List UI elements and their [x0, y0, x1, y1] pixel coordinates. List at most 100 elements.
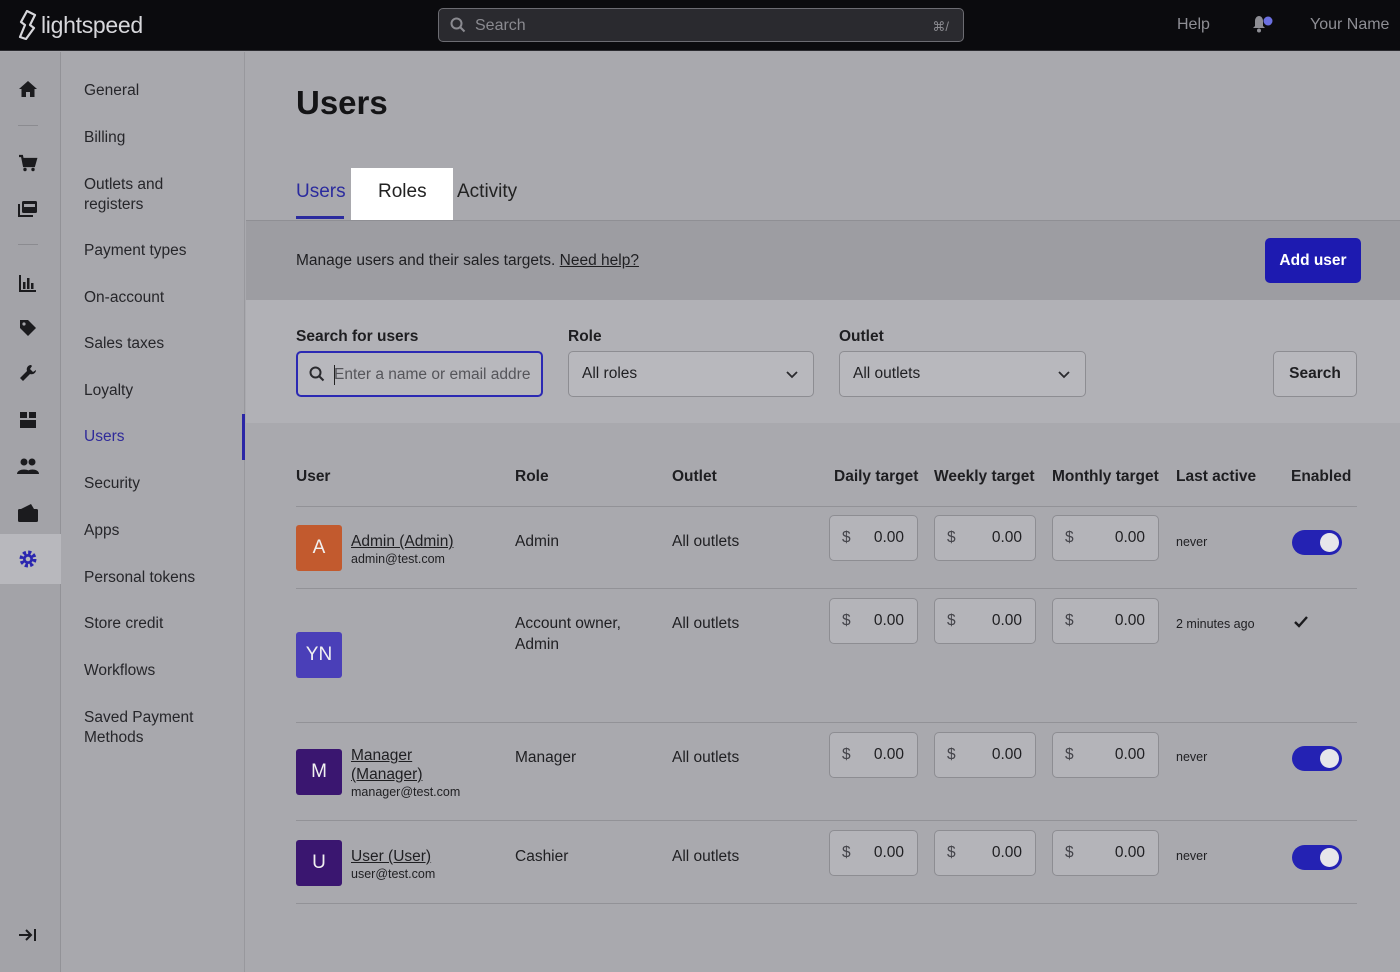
user-outlet: All outlets	[672, 749, 740, 766]
search-button[interactable]: Search	[1273, 351, 1357, 397]
settings-nav-users[interactable]: Users	[84, 427, 234, 447]
role-select[interactable]: All roles	[568, 351, 814, 397]
top-bar: lightspeed Search ⌘/ Help Your Name	[0, 0, 1400, 51]
daily-target-input[interactable]: $0.00	[829, 598, 918, 644]
user-name-link[interactable]: Admin (Admin)	[351, 532, 454, 551]
tab-activity[interactable]: Activity	[457, 181, 517, 203]
info-text: Manage users and their sales targets.	[296, 252, 556, 269]
settings-nav-billing[interactable]: Billing	[84, 128, 234, 148]
enabled-toggle[interactable]	[1292, 530, 1342, 555]
reports-icon[interactable]	[17, 272, 39, 294]
enabled-toggle[interactable]	[1292, 845, 1342, 870]
icon-rail	[0, 52, 61, 972]
monthly-target-input[interactable]: $0.00	[1052, 830, 1159, 876]
monthly-target-input[interactable]: $0.00	[1052, 515, 1159, 561]
currency-symbol: $	[842, 529, 851, 546]
column-header-weekly-target: Weekly target	[934, 468, 1035, 485]
weekly-target-input[interactable]: $0.00	[934, 732, 1036, 778]
avatar: U	[296, 840, 342, 886]
settings-nav-saved-payment-methods[interactable]: Saved Payment Methods	[84, 708, 204, 748]
settings-nav-sales-taxes[interactable]: Sales taxes	[84, 334, 234, 354]
main-content: Users Users Roles Activity Manage users …	[246, 52, 1400, 972]
settings-nav-outlets-and-registers[interactable]: Outlets and registers	[84, 175, 194, 215]
global-search-input[interactable]: Search ⌘/	[438, 8, 964, 42]
notifications-button[interactable]	[1250, 14, 1274, 39]
user-role: Account owner, Admin	[515, 615, 621, 653]
toggle-knob	[1320, 848, 1339, 867]
column-header-daily-target: Daily target	[834, 468, 919, 485]
weekly-target-input[interactable]: $0.00	[934, 598, 1036, 644]
monthly-target-input[interactable]: $0.00	[1052, 598, 1159, 644]
daily-target-input[interactable]: $0.00	[829, 732, 918, 778]
collapse-icon[interactable]	[17, 924, 39, 946]
catalog-icon[interactable]	[17, 198, 39, 220]
settings-nav-security[interactable]: Security	[84, 474, 234, 494]
column-header-last-active: Last active	[1176, 468, 1257, 485]
user-outlet: All outlets	[672, 533, 740, 550]
currency-symbol: $	[842, 844, 851, 861]
settings-icon[interactable]	[17, 548, 39, 570]
wrench-icon[interactable]	[17, 362, 39, 384]
user-name-link[interactable]: User (User)	[351, 847, 431, 866]
monthly-target-value: 0.00	[1114, 844, 1145, 861]
info-bar: Manage users and their sales targets. Ne…	[246, 220, 1400, 300]
text-caret	[334, 365, 335, 385]
tab-roles[interactable]: Roles	[378, 181, 427, 203]
role-select-value: All roles	[582, 365, 638, 382]
row-divider	[296, 722, 1357, 723]
need-help-link[interactable]: Need help?	[560, 252, 639, 269]
add-user-button[interactable]: Add user	[1265, 238, 1361, 283]
wallet-icon[interactable]	[17, 502, 39, 524]
active-nav-indicator	[242, 414, 245, 460]
search-users-input[interactable]: Enter a name or email address	[296, 351, 543, 397]
cart-icon[interactable]	[17, 152, 39, 174]
enabled-toggle[interactable]	[1292, 746, 1342, 771]
user-role: Cashier	[515, 848, 569, 865]
info-text-wrap: Manage users and their sales targets. Ne…	[296, 252, 639, 270]
chevron-down-icon	[1058, 371, 1070, 379]
weekly-target-input[interactable]: $0.00	[934, 515, 1036, 561]
inventory-icon[interactable]	[17, 409, 39, 431]
user-name-link[interactable]: Manager (Manager)	[351, 746, 441, 784]
monthly-target-input[interactable]: $0.00	[1052, 732, 1159, 778]
tab-users[interactable]: Users	[296, 181, 346, 203]
daily-target-value: 0.00	[873, 746, 904, 763]
currency-symbol: $	[947, 844, 956, 861]
monthly-target-value: 0.00	[1114, 746, 1145, 763]
search-shortcut: ⌘/	[932, 19, 949, 34]
column-header-enabled: Enabled	[1291, 468, 1352, 485]
settings-nav-payment-types[interactable]: Payment types	[84, 241, 234, 261]
daily-target-input[interactable]: $0.00	[829, 515, 918, 561]
column-header-monthly-target: Monthly target	[1052, 468, 1159, 485]
monthly-target-value: 0.00	[1114, 529, 1145, 546]
user-email: admin@test.com	[351, 552, 445, 566]
customers-icon[interactable]	[17, 455, 39, 477]
home-icon[interactable]	[17, 78, 39, 100]
search-icon	[309, 366, 325, 382]
monthly-target-value: 0.00	[1114, 612, 1145, 629]
search-icon	[450, 17, 466, 33]
column-header-role: Role	[515, 468, 549, 485]
settings-nav-store-credit[interactable]: Store credit	[84, 614, 234, 634]
weekly-target-input[interactable]: $0.00	[934, 830, 1036, 876]
daily-target-value: 0.00	[873, 529, 904, 546]
settings-nav-apps[interactable]: Apps	[84, 521, 234, 541]
filters-panel: Search for users Enter a name or email a…	[246, 300, 1400, 423]
outlet-select[interactable]: All outlets	[839, 351, 1086, 397]
avatar: YN	[296, 632, 342, 678]
bell-icon	[1253, 16, 1273, 33]
settings-nav-workflows[interactable]: Workflows	[84, 661, 234, 681]
settings-nav-on-account[interactable]: On-account	[84, 288, 234, 308]
settings-nav-personal-tokens[interactable]: Personal tokens	[84, 568, 234, 588]
lightspeed-logo[interactable]: lightspeed	[17, 10, 143, 40]
tag-icon[interactable]	[17, 317, 39, 339]
settings-nav-loyalty[interactable]: Loyalty	[84, 381, 234, 401]
settings-nav-general[interactable]: General	[84, 81, 234, 101]
currency-symbol: $	[947, 746, 956, 763]
currency-symbol: $	[842, 612, 851, 629]
daily-target-value: 0.00	[873, 612, 904, 629]
user-menu[interactable]: Your Name	[1310, 16, 1389, 34]
daily-target-input[interactable]: $0.00	[829, 830, 918, 876]
help-link[interactable]: Help	[1177, 16, 1210, 34]
user-role: Manager	[515, 749, 577, 766]
